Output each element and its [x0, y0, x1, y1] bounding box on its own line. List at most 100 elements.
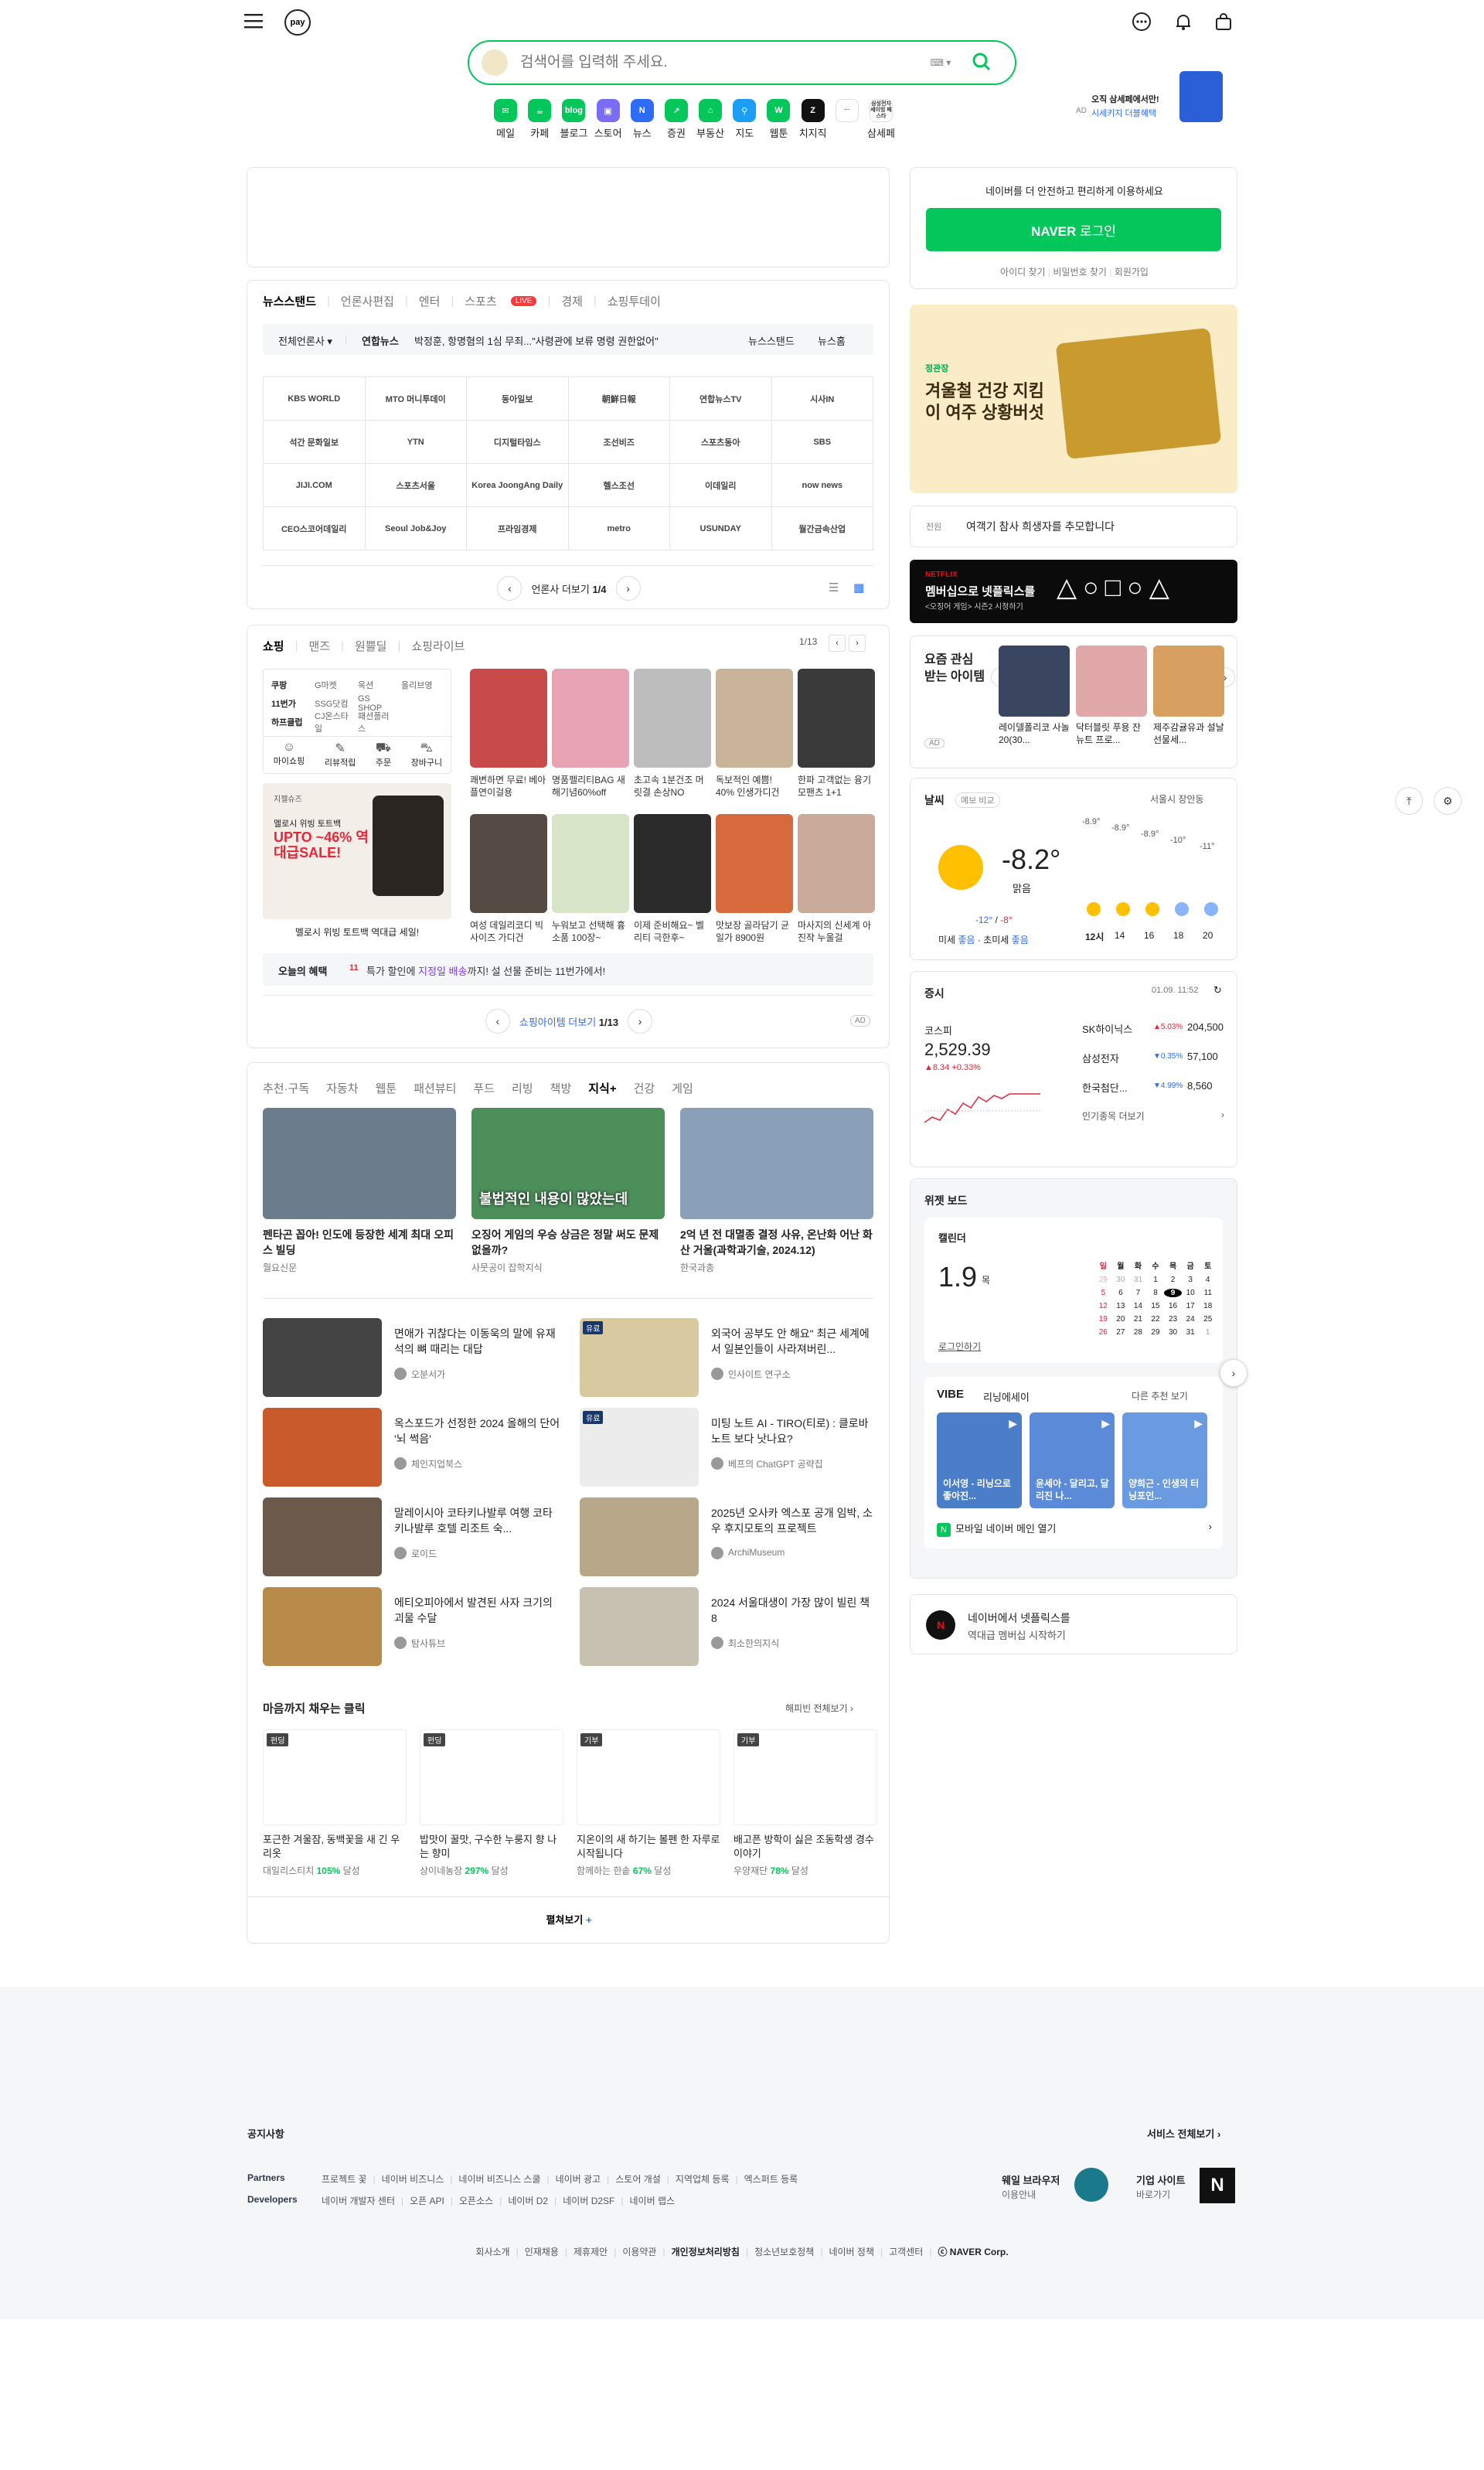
shop-link[interactable]: 패션플러스 — [358, 710, 393, 734]
footer-link[interactable]: 제휴제안 — [574, 2247, 608, 2257]
chat-icon[interactable] — [1130, 11, 1153, 34]
shortcut-11[interactable]: ··· — [830, 94, 864, 150]
article-item[interactable]: 면애가 귀찮다는 이동욱의 말에 유재석의 뼈 때리는 대답 오분서가 — [263, 1318, 564, 1397]
shopping-prev-button[interactable]: ‹ — [829, 635, 846, 652]
charity-more-link[interactable]: 해피빈 전체보기 › — [785, 1702, 853, 1715]
press-logo[interactable]: 스포츠동아 — [670, 421, 772, 464]
list-view-icon[interactable]: ☰ — [829, 581, 839, 595]
press-logo[interactable]: CEO스코어데일리 — [264, 507, 366, 550]
press-filter[interactable]: 전체언론사 ▾ — [278, 333, 332, 348]
product-card[interactable]: 쾌변하면 무료! 베아플연이걸용 — [470, 669, 547, 799]
press-logo[interactable]: 이데일리 — [670, 464, 772, 507]
footer-link[interactable]: 네이버 개발자 센터 — [322, 2196, 395, 2206]
shop-link[interactable]: SSG닷컴 — [315, 697, 350, 710]
press-logo[interactable]: YTN — [365, 421, 467, 464]
search-icon[interactable] — [968, 49, 995, 76]
newsstand-link[interactable]: 뉴스스탠드 — [748, 333, 795, 348]
stock-name[interactable]: 삼성전자 — [1082, 1051, 1119, 1065]
article-item[interactable]: 옥스포드가 선정한 2024 올해의 단어 '뇌 썩음' 체인지업북스 — [263, 1408, 564, 1487]
calendar-date[interactable]: 26 — [1094, 1328, 1112, 1337]
headline-source[interactable]: 연합뉴스 — [362, 333, 399, 348]
charity-card[interactable]: 펀딩 포근한 겨울잠, 동백꽃을 새 긴 우리옷 대일리스티치 105% 달성 — [263, 1729, 407, 1877]
netflix-card[interactable]: N 네이버에서 넷플릭스를 역대급 멤버십 시작하기 — [910, 1594, 1237, 1654]
calendar-date[interactable]: 22 — [1147, 1315, 1165, 1324]
calendar-date[interactable]: 8 — [1147, 1289, 1165, 1297]
signup-link[interactable]: 회원가입 — [1115, 267, 1149, 278]
calendar-date[interactable]: 18 — [1199, 1302, 1217, 1310]
shop-link[interactable]: 쿠팡 — [271, 679, 307, 691]
footer-link[interactable]: 프로젝트 꽃 — [322, 2174, 367, 2185]
shopping-bag-icon[interactable] — [1212, 11, 1235, 34]
product-card[interactable]: 명품펠리티BAG 새해기념60%off — [552, 669, 629, 799]
calendar-date[interactable]: 11 — [1199, 1289, 1217, 1297]
interest-item[interactable]: 레이델폴리코 사놀20(30... — [999, 646, 1070, 746]
netflix-banner[interactable]: NETFLIX 멤버십으로 넷플릭스를 <오징어 게임> 시즌2 시청하기 △○… — [910, 560, 1237, 623]
calendar-date[interactable]: 9 — [1164, 1289, 1182, 1297]
mobile-naver-link[interactable]: N 모바일 네이버 메인 열기 › — [937, 1521, 1212, 1537]
footer-link[interactable]: 엑스퍼트 등록 — [744, 2174, 798, 2185]
shortcut-5[interactable]: N 뉴스 — [625, 94, 659, 150]
footer-link[interactable]: 네이버 비즈니스 스쿨 — [458, 2174, 540, 2185]
whale-title[interactable]: 웨일 브라우저 — [1002, 2172, 1060, 2187]
vibe-more-link[interactable]: 다른 추천 보기 — [1132, 1389, 1188, 1402]
press-logo[interactable]: 월간금속산업 — [771, 507, 873, 550]
grid-view-icon[interactable]: ▦ — [853, 581, 864, 595]
right-ad-banner[interactable]: 정관장 겨울철 건강 지킴이 여주 상황버섯 — [910, 305, 1237, 493]
shopping-tab-3[interactable]: 원쁠딜 — [355, 638, 386, 654]
shop-link[interactable]: 하프클럽 — [271, 716, 307, 728]
calendar-date[interactable]: 16 — [1164, 1302, 1182, 1310]
press-logo[interactable]: metro — [568, 507, 670, 550]
corp-site-title[interactable]: 기업 사이트 — [1136, 2172, 1185, 2187]
footer-link[interactable]: 고객센터 — [889, 2247, 923, 2257]
product-card[interactable]: 한파 고객없는 융기모팬츠 1+1 — [798, 669, 875, 799]
article-item[interactable]: 2024 서울대생이 가장 많이 빌린 책 8 최소한의지식 — [580, 1587, 881, 1666]
press-logo[interactable]: 연합뉴스TV — [670, 377, 772, 421]
press-logo[interactable]: 조선비즈 — [568, 421, 670, 464]
calendar-date[interactable]: 24 — [1182, 1315, 1200, 1324]
stock-name[interactable]: SK하이닉스 — [1082, 1021, 1132, 1036]
calendar-date[interactable]: 29 — [1147, 1328, 1165, 1337]
all-services-link[interactable]: 서비스 전체보기 › — [1147, 2126, 1220, 2141]
product-card[interactable]: 여성 데일리코디 빅사이즈 가디건 — [470, 814, 547, 944]
press-logo[interactable]: SBS — [771, 421, 873, 464]
newsstand-tab-4[interactable]: 스포츠 — [465, 293, 496, 309]
footer-link[interactable]: 오픈 API — [410, 2196, 444, 2206]
shortcut-1[interactable]: ✉ 메일 — [488, 94, 522, 150]
content-tab-3[interactable]: 웹툰 — [376, 1080, 397, 1096]
content-tab-8[interactable]: 지식+ — [588, 1080, 616, 1096]
footer-link[interactable]: 이용약관 — [622, 2247, 656, 2257]
next-page-button[interactable]: › — [615, 576, 641, 601]
shortcut-6[interactable]: ↗ 증권 — [659, 94, 693, 150]
product-card[interactable]: 맛보장 골라담기 균일가 8900원 — [716, 814, 793, 944]
press-logo[interactable]: 동아일보 — [467, 377, 569, 421]
calendar-date[interactable]: 4 — [1199, 1276, 1217, 1284]
newshome-link[interactable]: 뉴스홈 — [818, 333, 846, 348]
footer-link[interactable]: 스토어 개설 — [615, 2174, 661, 2185]
shopping-tab-1[interactable]: 쇼핑 — [263, 638, 284, 654]
top-banner-ad[interactable] — [247, 167, 890, 267]
calendar-login-link[interactable]: 로그인하기 — [938, 1340, 981, 1353]
calendar-date[interactable]: 29 — [1094, 1276, 1112, 1284]
press-logo[interactable]: KBS WORLD — [264, 377, 366, 421]
bell-icon[interactable] — [1172, 11, 1195, 34]
footer-link[interactable]: 개인정보처리방침 — [672, 2247, 740, 2257]
calendar-date[interactable]: 30 — [1164, 1328, 1182, 1337]
feature-card[interactable]: 펜타곤 꼽아! 인도에 등장한 세계 최대 오피스 빌딩 월요신문 — [263, 1108, 456, 1274]
benefit-bar[interactable]: 오늘의 혜택 11 특가 할인에 지정일 배송까지! 설 선물 준비는 11번가… — [263, 953, 873, 986]
stock-name[interactable]: 한국첨단... — [1082, 1080, 1128, 1095]
footer-link[interactable]: 회사소개 — [475, 2247, 509, 2257]
login-button[interactable]: NAVER 로그인 — [926, 208, 1221, 251]
newsstand-tab-3[interactable]: 엔터 — [419, 293, 441, 309]
shop-link[interactable]: 옥션 — [358, 679, 393, 691]
popular-stocks-link[interactable]: 인기종목 더보기 › — [1082, 1109, 1224, 1123]
content-tab-4[interactable]: 패션뷰티 — [414, 1080, 456, 1096]
calendar-date[interactable]: 14 — [1129, 1302, 1147, 1310]
calendar-date[interactable]: 23 — [1164, 1315, 1182, 1324]
shopping-pager-next[interactable]: › — [628, 1009, 653, 1034]
shop-link[interactable]: 11번가 — [271, 697, 307, 710]
calendar-date[interactable]: 30 — [1112, 1276, 1130, 1284]
calendar-date[interactable]: 7 — [1129, 1289, 1147, 1297]
calendar-date[interactable]: 19 — [1094, 1315, 1112, 1324]
press-logo[interactable]: 디지털타임스 — [467, 421, 569, 464]
scroll-top-button[interactable]: ⤒ — [1395, 787, 1423, 815]
